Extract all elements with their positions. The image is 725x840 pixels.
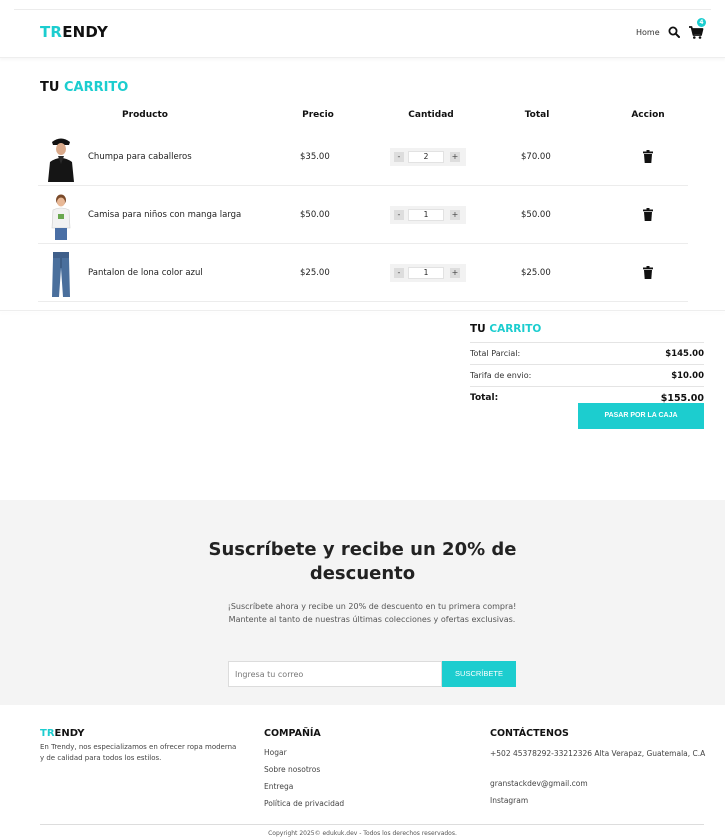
product-price: $25.00 [300, 268, 330, 278]
summary-subtotal-row: Total Parcial: $145.00 [470, 342, 704, 364]
cart-row: Chumpa para caballeros $35.00 - 2 + $70.… [38, 130, 688, 186]
trash-icon[interactable] [643, 150, 653, 163]
logo-rest: ENDY [62, 23, 109, 41]
product-name: Chumpa para caballeros [88, 152, 192, 162]
checkout-button[interactable]: PASAR POR LA CAJA [578, 403, 704, 429]
summary-shipping-row: Tarifa de envio: $10.00 [470, 364, 704, 386]
footer-contact-email[interactable]: granstackdev@gmail.com [490, 778, 588, 789]
search-icon[interactable] [668, 26, 680, 38]
quantity-increase-button[interactable]: + [450, 210, 460, 220]
brand-logo[interactable]: TRENDY [40, 23, 108, 41]
header-product: Producto [122, 110, 168, 120]
subtotal-value: $145.00 [665, 349, 704, 359]
footer-link-privacy[interactable]: Política de privacidad [264, 799, 344, 808]
subscribe-title-line1: Suscríbete y recibe un 20% de [208, 539, 517, 560]
subscribe-section: Suscríbete y recibe un 20% de descuento … [0, 500, 725, 705]
footer-contact-address: +502 45378292-33212326 Alta Verapaz, Gua… [490, 749, 706, 758]
product-price: $35.00 [300, 152, 330, 162]
footer-company-title: COMPAÑÍA [264, 728, 321, 739]
quantity-stepper: - 2 + [390, 148, 466, 166]
footer-contact-instagram[interactable]: Instagram [490, 795, 528, 806]
section-divider [0, 310, 725, 311]
product-total: $70.00 [521, 152, 551, 162]
quantity-decrease-button[interactable]: - [394, 210, 404, 220]
header-total: Total [524, 110, 550, 120]
quantity-input[interactable]: 2 [408, 151, 444, 163]
quantity-input[interactable]: 1 [408, 209, 444, 221]
nav-home-link[interactable]: Home [636, 28, 660, 37]
header-action: Accion [631, 110, 665, 120]
footer-contact-title: CONTÁCTENOS [490, 728, 569, 739]
shipping-label: Tarifa de envio: [470, 371, 532, 380]
cart-count-badge: 4 [697, 18, 706, 27]
quantity-decrease-button[interactable]: - [394, 152, 404, 162]
footer-logo[interactable]: TRENDY [40, 728, 85, 739]
product-price: $50.00 [300, 210, 330, 220]
footer-divider [40, 824, 704, 825]
footer-about-text: En Trendy, nos especializamos en ofrecer… [40, 743, 237, 762]
summary-title: TU CARRITO [470, 323, 541, 335]
trash-icon[interactable] [643, 266, 653, 279]
cart-row: Pantalon de lona color azul $25.00 - 1 +… [38, 246, 688, 302]
quantity-decrease-button[interactable]: - [394, 268, 404, 278]
footer-logo-prefix: TR [40, 728, 55, 739]
quantity-input[interactable]: 1 [408, 267, 444, 279]
product-image-kid-shirt [44, 192, 78, 240]
product-total: $25.00 [521, 268, 551, 278]
summary-title-part2: CARRITO [489, 323, 542, 335]
quantity-increase-button[interactable]: + [450, 268, 460, 278]
cart-title-part1: TU [40, 80, 60, 95]
cart-title: TU CARRITO [40, 80, 128, 95]
subscribe-title: Suscríbete y recibe un 20% de descuento [0, 538, 725, 586]
subscribe-button[interactable]: SUSCRÍBETE [442, 661, 516, 687]
copyright-text: Copyright 2025© edukuk.dev - Todos los d… [268, 830, 457, 837]
subscribe-title-line2: descuento [309, 563, 416, 584]
footer-logo-rest: ENDY [54, 728, 85, 739]
header-price: Precio [302, 110, 334, 120]
quantity-stepper: - 1 + [390, 264, 466, 282]
total-label: Total: [470, 393, 499, 403]
shipping-value: $10.00 [671, 371, 704, 381]
email-input[interactable] [228, 661, 442, 687]
product-image-jacket [44, 134, 78, 182]
footer-link-about[interactable]: Sobre nosotros [264, 765, 320, 774]
product-total: $50.00 [521, 210, 551, 220]
footer-link-delivery[interactable]: Entrega [264, 782, 293, 791]
subscribe-text: ¡Suscríbete ahora y recibe un 20% de des… [227, 602, 517, 624]
cart-row: Camisa para niños con manga larga $50.00… [38, 188, 688, 244]
quantity-stepper: - 1 + [390, 206, 466, 224]
product-name: Camisa para niños con manga larga [88, 210, 242, 220]
quantity-increase-button[interactable]: + [450, 152, 460, 162]
header-quantity: Cantidad [408, 110, 454, 120]
cart-title-part2: CARRITO [63, 80, 129, 95]
product-image-jeans [44, 250, 78, 298]
summary-title-part1: TU [470, 323, 486, 335]
site-header: TRENDY Home 4 [0, 10, 725, 58]
subtotal-label: Total Parcial: [470, 349, 521, 358]
product-name: Pantalon de lona color azul [88, 268, 203, 278]
footer-link-home[interactable]: Hogar [264, 748, 287, 757]
trash-icon[interactable] [643, 208, 653, 221]
logo-prefix: TR [40, 23, 63, 41]
